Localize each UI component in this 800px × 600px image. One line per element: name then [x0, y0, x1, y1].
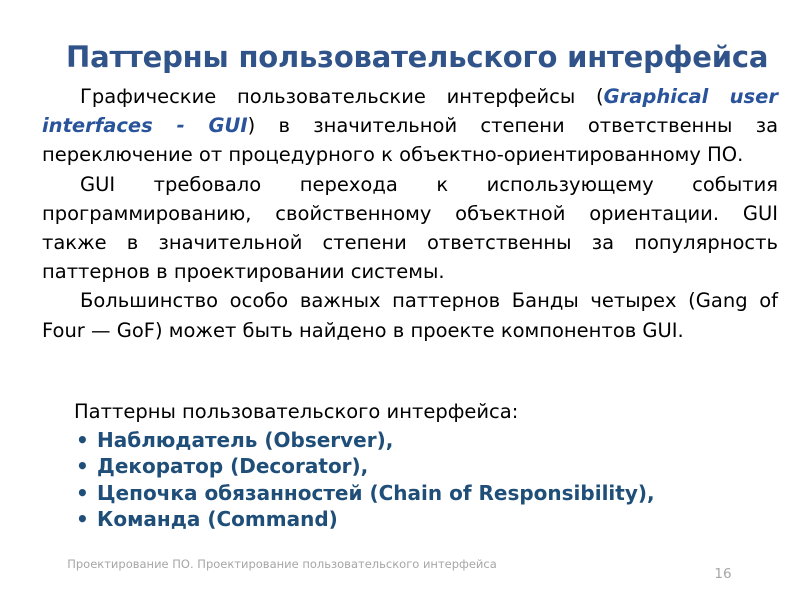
paragraph-1: Графические пользовательские интерфейсы …: [42, 82, 778, 170]
body-content: Графические пользовательские интерфейсы …: [42, 82, 778, 345]
list-item[interactable]: • Декоратор (Decorator),: [74, 453, 774, 479]
paragraph-1-prefix: Графические пользовательские интерфейсы …: [80, 85, 604, 108]
list-item[interactable]: • Цепочка обязанностей (Chain of Responsi…: [74, 480, 774, 506]
list-item[interactable]: • Команда (Command): [74, 506, 774, 532]
pattern-list: • Наблюдатель (Observer), • Декоратор (Dec…: [74, 427, 774, 533]
list-intro-label: Паттерны пользовательского интерфейса:: [74, 400, 519, 423]
list-item-label: Цепочка обязанностей (Chain of Responsib…: [97, 480, 655, 505]
list-item-label: Декоратор (Decorator),: [97, 454, 369, 479]
paragraph-3: Большинство особо важных паттернов Банды…: [42, 289, 778, 342]
pattern-list-section: Паттерны пользовательского интерфейса: •…: [74, 398, 774, 533]
bullet-dot-icon: •: [76, 480, 89, 505]
footer-label: Проектирование ПО. Проектирование пользо…: [67, 557, 497, 571]
page-title: Паттерны пользовательского интерфейса: [66, 40, 769, 75]
bullet-dot-icon: •: [76, 507, 89, 532]
bullet-dot-icon: •: [76, 454, 89, 479]
list-item-label: Команда (Command): [97, 507, 338, 532]
presentation-slide: Паттерны пользовательского интерфейса Гр…: [0, 0, 800, 600]
bullet-dot-icon: •: [76, 428, 89, 452]
list-item[interactable]: • Наблюдатель (Observer),: [74, 427, 774, 453]
list-item-label: Наблюдатель (Observer),: [97, 428, 394, 452]
paragraph-2: GUI требовало перехода к использующему с…: [42, 172, 778, 284]
slide-number: 16: [714, 566, 732, 582]
